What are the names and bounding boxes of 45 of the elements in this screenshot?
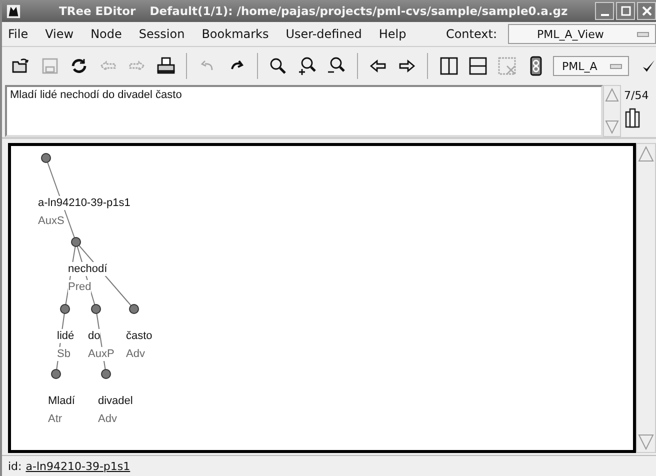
minimize-button[interactable] — [595, 2, 614, 20]
maximize-icon — [620, 6, 630, 16]
close-button[interactable] — [637, 2, 656, 20]
node-form: nechodí — [68, 262, 108, 276]
context-dropdown[interactable]: PML_A_View — [508, 24, 656, 44]
clipboard-icon[interactable] — [624, 108, 642, 128]
maximize-button[interactable] — [616, 2, 635, 20]
minimize-icon — [600, 14, 608, 16]
split-vertical-icon — [438, 56, 459, 76]
menu-item[interactable]: User-defined — [286, 27, 362, 41]
context-label: Context: — [446, 27, 497, 41]
menu-item[interactable]: File — [8, 27, 28, 41]
node-function: Sb — [57, 347, 70, 361]
window-title: TRee EDitor — [59, 4, 136, 18]
menu-item[interactable]: Help — [378, 27, 406, 41]
node-function: AuxP — [88, 347, 114, 361]
zoom-in-icon — [297, 56, 318, 76]
tree-position: 7/54 — [624, 89, 649, 102]
split-horizontal-icon — [468, 56, 488, 76]
save-icon — [40, 56, 60, 76]
tree-node[interactable] — [129, 304, 139, 314]
menu-item[interactable]: View — [45, 27, 74, 41]
close-view-icon — [496, 56, 517, 76]
node-form: lidé — [57, 329, 74, 343]
tree-node[interactable] — [60, 304, 70, 314]
menu-item[interactable]: Bookmarks — [202, 27, 269, 41]
document-path: Default(1/1): /home/pajas/projects/pml-cvs/sample/sample0.a.gz — [150, 4, 568, 18]
close-icon — [642, 6, 652, 16]
sentence-text: Mladí lidé nechodí do divadel často — [5, 85, 603, 137]
app-icon — [6, 4, 21, 18]
menu-item[interactable]: Session — [138, 27, 185, 41]
menu-item[interactable]: Node — [90, 27, 122, 41]
tree-node[interactable] — [91, 304, 101, 314]
status-label: id: — [8, 460, 22, 472]
tree-node[interactable] — [51, 369, 61, 379]
layer-dropdown[interactable]: PML_A — [552, 56, 629, 76]
search-icon — [268, 56, 288, 76]
tree-node[interactable] — [71, 237, 81, 247]
tree-node[interactable] — [101, 369, 111, 379]
node-function: Pred — [68, 280, 92, 294]
node-form: a-ln94210-39-p1s1 — [38, 196, 130, 210]
check-icon[interactable] — [640, 58, 656, 74]
tree-node[interactable] — [41, 153, 51, 163]
node-id-link[interactable]: a-ln94210-39-p1s1 — [26, 460, 130, 472]
printer-icon — [156, 56, 176, 76]
